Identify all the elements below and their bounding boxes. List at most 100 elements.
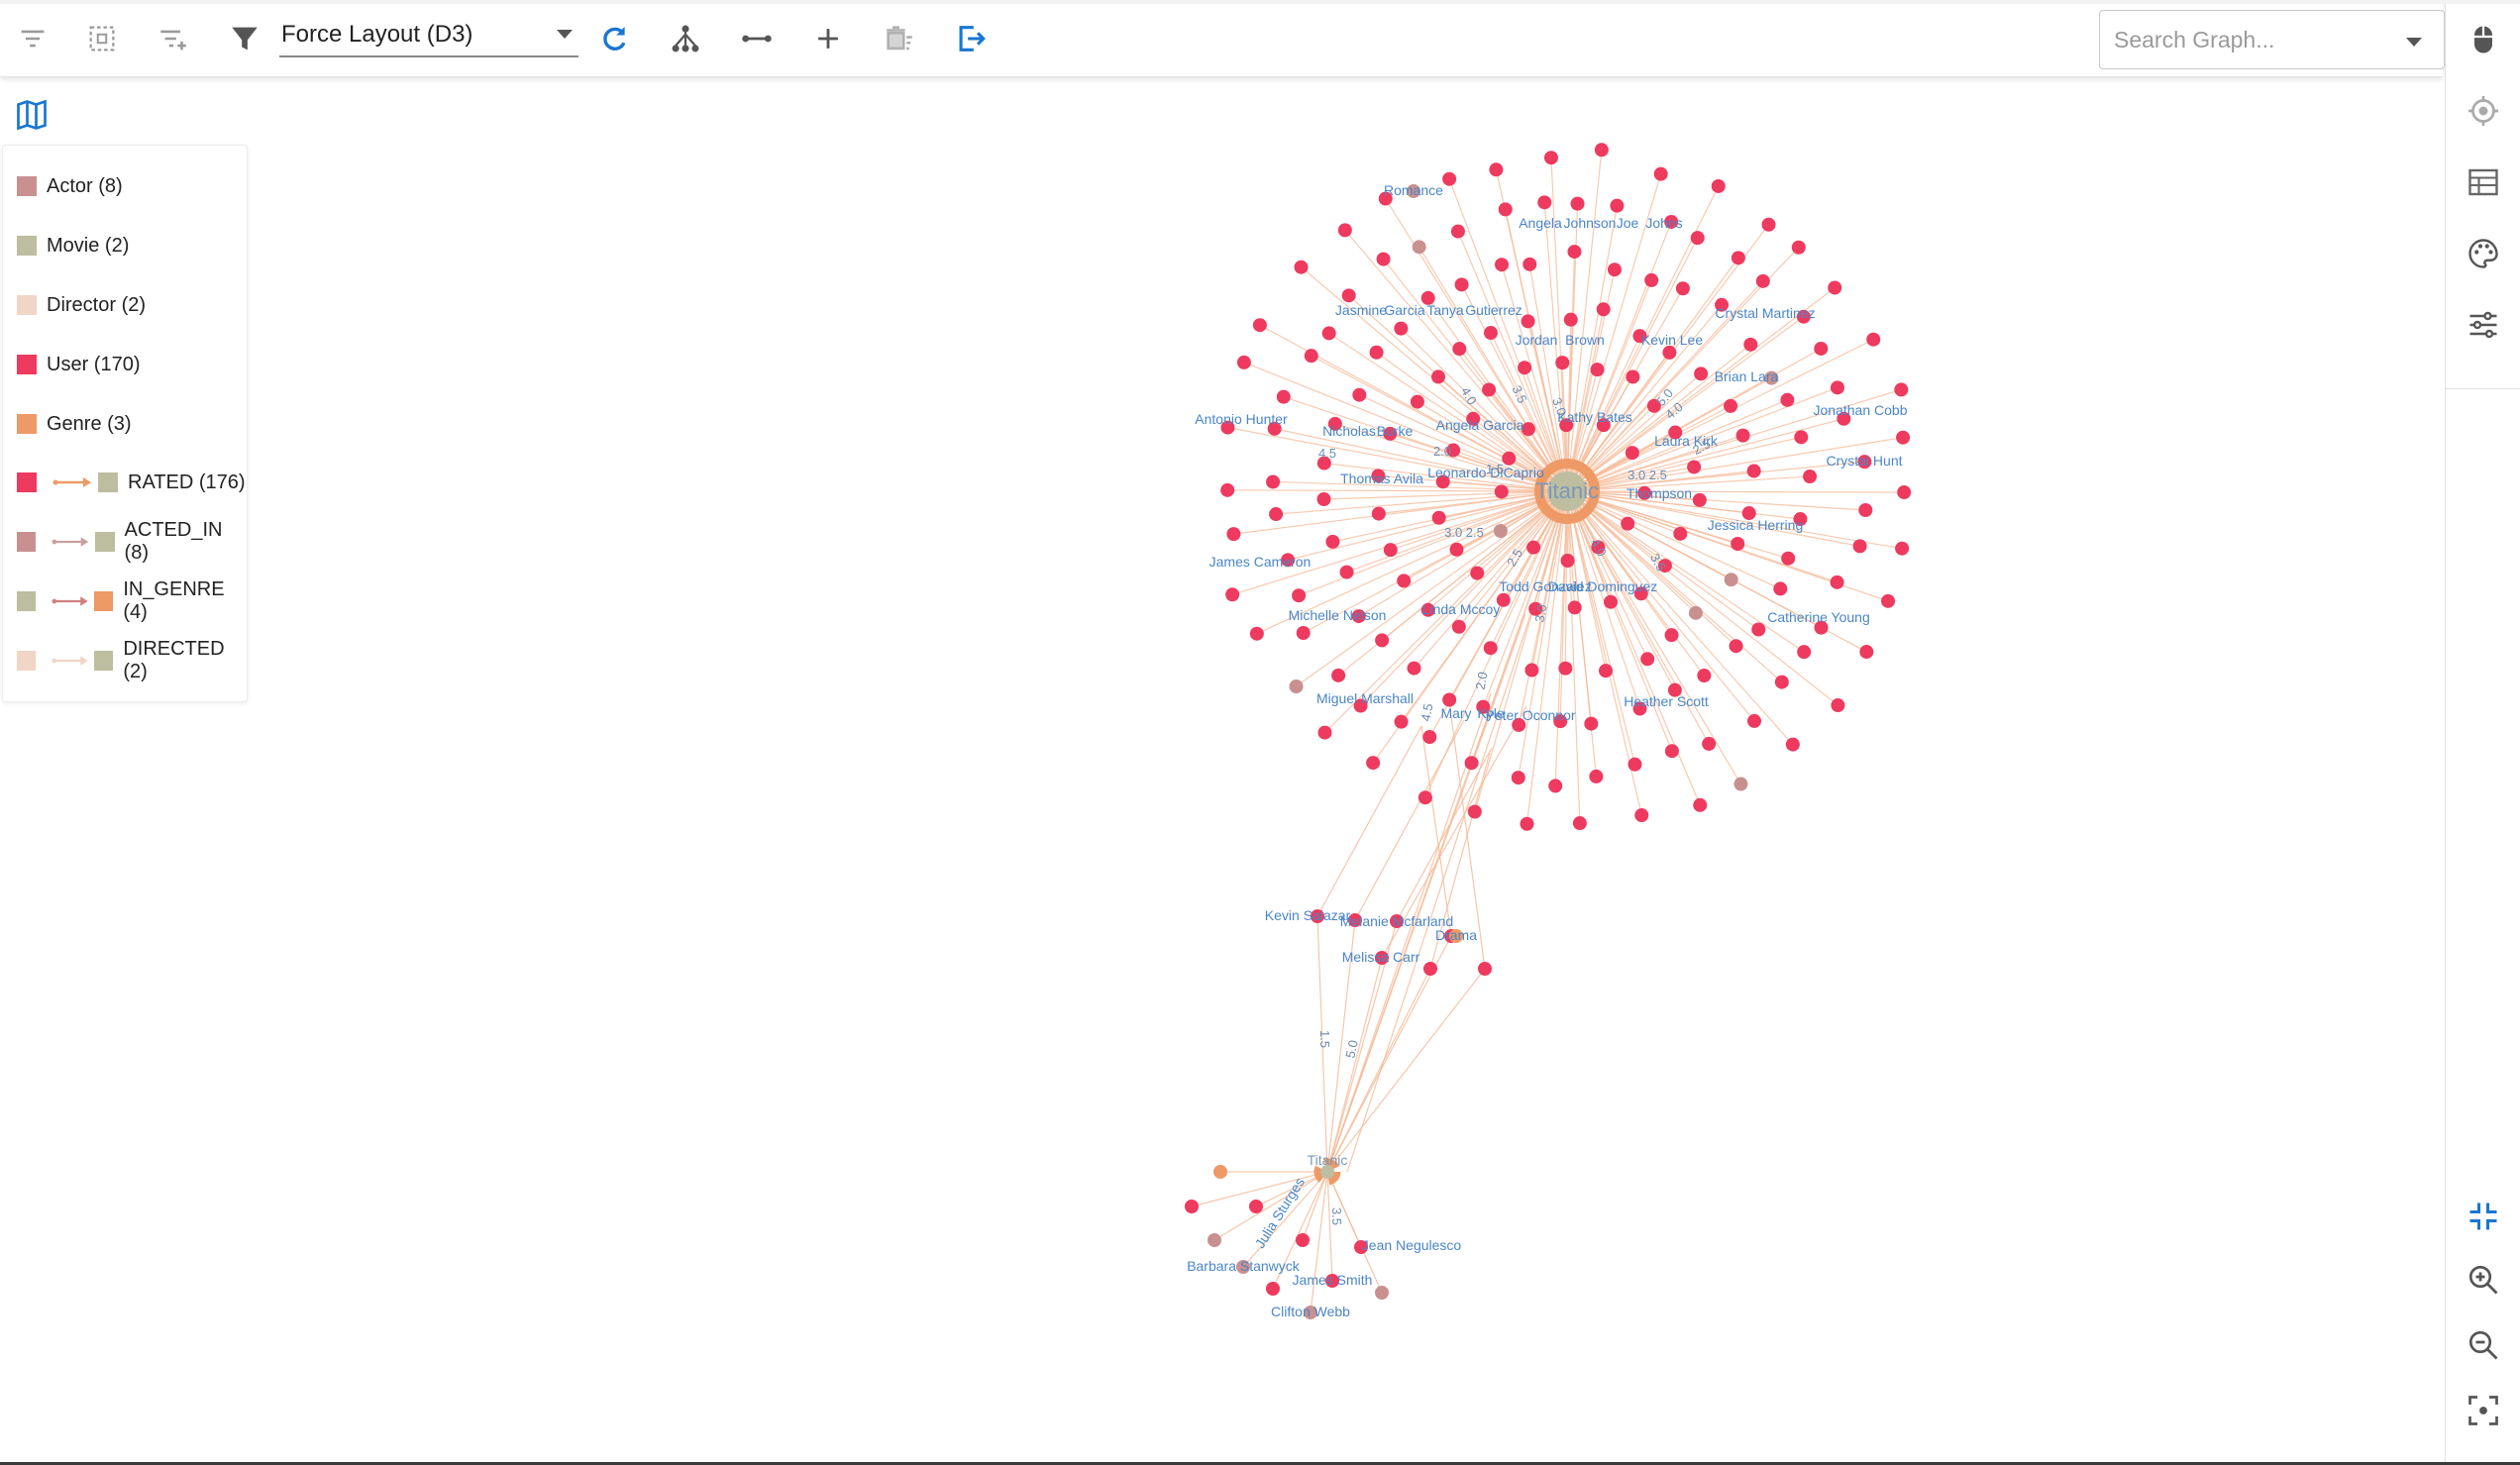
center-graph-button[interactable] <box>2456 1383 2511 1438</box>
user-node[interactable] <box>1621 516 1635 531</box>
user-node[interactable] <box>1325 534 1340 549</box>
user-node[interactable] <box>1755 273 1770 288</box>
user-node[interactable] <box>1498 202 1513 217</box>
table-view-button[interactable] <box>2456 155 2511 210</box>
user-node[interactable] <box>1747 713 1762 728</box>
user-node[interactable] <box>1407 661 1421 676</box>
user-node[interactable] <box>1735 428 1750 443</box>
user-node[interactable] <box>1711 178 1726 193</box>
user-node[interactable] <box>1743 337 1758 352</box>
user-node[interactable] <box>1442 171 1457 186</box>
expand-node-button[interactable] <box>663 16 708 61</box>
user-node[interactable] <box>1830 380 1844 395</box>
user-node[interactable] <box>1394 321 1409 336</box>
user-node[interactable] <box>1371 506 1386 521</box>
user-node[interactable] <box>1761 217 1776 232</box>
user-node[interactable] <box>1729 639 1743 654</box>
user-node[interactable] <box>1852 539 1867 554</box>
user-node[interactable] <box>1294 260 1309 274</box>
user-node[interactable] <box>1690 231 1705 246</box>
user-node[interactable] <box>1376 252 1391 266</box>
user-node[interactable] <box>1339 565 1354 579</box>
graph-node[interactable] <box>1213 1165 1227 1179</box>
user-node[interactable] <box>1694 366 1709 381</box>
select-area-button[interactable] <box>79 16 125 61</box>
graph-node[interactable] <box>1296 1233 1310 1247</box>
zoom-in-button[interactable] <box>2456 1252 2511 1308</box>
user-node[interactable] <box>1495 258 1510 272</box>
chevron-down-icon[interactable] <box>2406 38 2422 47</box>
user-node[interactable] <box>1560 554 1575 569</box>
add-node-button[interactable] <box>805 16 851 61</box>
user-node[interactable] <box>1687 460 1702 474</box>
user-node[interactable] <box>1543 151 1558 165</box>
user-node[interactable] <box>1296 626 1311 641</box>
user-node[interactable] <box>1422 730 1437 745</box>
user-node[interactable] <box>1803 470 1818 484</box>
user-node[interactable] <box>1746 464 1761 478</box>
actor-node[interactable] <box>1724 573 1738 587</box>
settings-button[interactable] <box>2456 297 2511 353</box>
user-node[interactable] <box>1410 394 1424 409</box>
user-node[interactable] <box>1383 543 1398 558</box>
user-node[interactable] <box>1502 451 1517 466</box>
user-node[interactable] <box>1452 342 1467 357</box>
user-node[interactable] <box>1394 714 1409 729</box>
user-node[interactable] <box>1366 756 1381 771</box>
filter-button[interactable] <box>222 16 267 61</box>
user-node[interactable] <box>1584 716 1599 731</box>
layout-select[interactable]: Force Layout (D3) <box>279 18 578 57</box>
user-node[interactable] <box>1626 369 1640 384</box>
user-node[interactable] <box>1483 326 1498 341</box>
user-node[interactable] <box>1337 223 1352 238</box>
interaction-mode-button[interactable] <box>2456 12 2511 67</box>
user-node[interactable] <box>1369 345 1384 360</box>
user-node[interactable] <box>1537 195 1552 210</box>
user-node[interactable] <box>1331 668 1346 682</box>
user-node[interactable] <box>1341 288 1356 303</box>
user-node[interactable] <box>1774 675 1789 689</box>
user-node[interactable] <box>1489 162 1504 177</box>
user-node[interactable] <box>1664 744 1679 759</box>
user-node[interactable] <box>1675 281 1690 296</box>
user-node[interactable] <box>1567 600 1582 615</box>
user-node[interactable] <box>1418 790 1432 805</box>
user-node[interactable] <box>1814 341 1829 356</box>
search-graph-input-wrapper[interactable] <box>2099 10 2445 69</box>
user-node[interactable] <box>1590 363 1605 377</box>
user-node[interactable] <box>1589 769 1604 784</box>
user-node[interactable] <box>1226 527 1241 542</box>
user-node[interactable] <box>1831 698 1845 713</box>
user-node[interactable] <box>1511 771 1525 785</box>
user-node[interactable] <box>1449 542 1464 557</box>
user-node[interactable] <box>1397 574 1412 588</box>
graph-node[interactable] <box>1208 1233 1221 1247</box>
user-node[interactable] <box>1236 355 1251 369</box>
user-node[interactable] <box>1828 280 1842 295</box>
user-node[interactable] <box>1640 652 1655 667</box>
user-node[interactable] <box>1697 669 1712 683</box>
user-node[interactable] <box>1316 491 1331 506</box>
user-node[interactable] <box>1563 312 1578 327</box>
user-node[interactable] <box>1692 492 1707 507</box>
user-node[interactable] <box>1791 240 1806 255</box>
user-node[interactable] <box>1858 503 1873 518</box>
zoom-out-button[interactable] <box>2456 1317 2511 1373</box>
graph-node[interactable] <box>1375 1286 1389 1300</box>
user-node[interactable] <box>1252 318 1267 333</box>
graph-node[interactable] <box>1266 1282 1280 1296</box>
user-node[interactable] <box>1266 474 1281 489</box>
delete-button[interactable] <box>877 16 922 61</box>
user-node[interactable] <box>1483 641 1498 656</box>
user-node[interactable] <box>1482 382 1497 397</box>
add-edge-button[interactable] <box>734 16 780 61</box>
actor-node[interactable] <box>1493 523 1508 538</box>
user-node[interactable] <box>1375 633 1390 648</box>
refresh-button[interactable] <box>591 16 637 61</box>
user-node[interactable] <box>1524 663 1539 678</box>
user-node[interactable] <box>1653 166 1668 181</box>
user-node[interactable] <box>1731 537 1745 552</box>
user-node[interactable] <box>1897 485 1912 500</box>
user-node[interactable] <box>1494 484 1509 499</box>
user-node[interactable] <box>1450 224 1465 239</box>
